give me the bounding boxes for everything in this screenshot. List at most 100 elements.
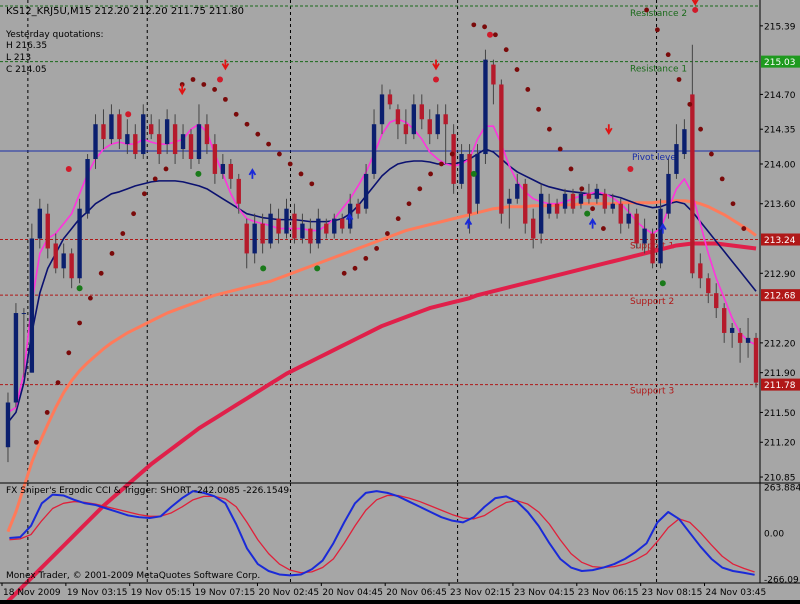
candle-body <box>355 203 361 214</box>
sar-dot <box>120 231 126 236</box>
candle-body <box>435 114 440 135</box>
candle-body <box>77 208 82 279</box>
copyright-text: Monex Trader, © 2001-2009 MetaQuotes Sof… <box>6 571 260 581</box>
sar-dot <box>503 47 509 53</box>
candle-body <box>690 94 695 274</box>
sar-dot <box>201 82 207 87</box>
sar-dot <box>687 101 693 107</box>
candle-body <box>626 213 631 224</box>
sar-dot <box>428 171 433 177</box>
candle-body <box>491 64 496 85</box>
symbol-header: KS12_KRJ5U,M15 212.20 212.20 211.75 211.… <box>6 6 244 17</box>
sar-dot <box>244 121 250 127</box>
candle-body <box>117 114 122 140</box>
candle-body <box>674 144 679 174</box>
candle-body <box>737 332 743 343</box>
candle-body <box>156 134 162 155</box>
sar-dot <box>557 146 563 152</box>
candle-body <box>172 124 178 155</box>
candle-body <box>379 94 385 125</box>
sar-dot <box>88 295 93 301</box>
sar-dot <box>536 106 541 112</box>
candle-body <box>29 238 35 373</box>
sar-dot <box>233 111 239 117</box>
candle-body <box>101 124 106 140</box>
candle-body <box>467 154 472 214</box>
osc-tick-label: 0.00 <box>764 529 784 539</box>
sar-dot <box>363 255 369 261</box>
candle-body <box>196 124 202 160</box>
candle-body <box>395 109 401 125</box>
candle-body <box>212 144 218 174</box>
candle-body <box>371 124 377 174</box>
sar-dot <box>131 211 137 217</box>
candle-body <box>475 154 480 204</box>
time-tick-label: 19 Nov 03:15 <box>67 588 128 598</box>
time-tick-label: 24 Nov 03:45 <box>706 588 767 598</box>
sar-dot <box>568 166 574 172</box>
candle-body <box>85 159 90 214</box>
chart-canvas: Resistance 2 Resistance 1 Pivot level Suppo… <box>0 0 800 603</box>
candle-body <box>316 218 321 244</box>
price-tick-label: 213.60 <box>764 200 796 210</box>
candle-body <box>252 223 257 254</box>
candle-body <box>21 313 27 315</box>
signal-dot-red <box>487 31 493 38</box>
price-tick-label: 211.50 <box>764 409 796 419</box>
signal-dot-red <box>627 165 634 172</box>
candle-body <box>332 218 337 234</box>
chart-window: Resistance 2 Resistance 1 Pivot level Suppo… <box>0 0 800 603</box>
signal-dot-red <box>692 6 699 13</box>
price-tick-label: 214.70 <box>764 91 796 101</box>
signal-dot-green <box>659 280 666 287</box>
candle-body <box>562 193 568 209</box>
time-tick-label: 23 Nov 06:15 <box>578 588 639 598</box>
candle-body <box>554 203 560 214</box>
candle-body <box>570 193 576 209</box>
yesterday-low: L 213 <box>6 53 31 63</box>
candle-body <box>451 134 456 184</box>
sar-dot <box>579 186 585 192</box>
sar-dot <box>482 24 487 30</box>
sar-dot <box>385 231 390 236</box>
candle-body <box>745 337 751 343</box>
candle-body <box>538 193 544 234</box>
candle-body <box>236 178 241 204</box>
time-tick-label: 23 Nov 04:15 <box>514 588 575 598</box>
sar-dot <box>223 96 228 102</box>
signal-dot-green <box>260 265 267 272</box>
candle-body <box>523 183 528 224</box>
osc-tick-label: -266.09 <box>764 576 799 586</box>
sar-dot <box>644 7 649 13</box>
sar-dot <box>309 181 315 187</box>
candle-body <box>610 203 615 209</box>
signal-dot-green <box>470 170 477 177</box>
time-tick-label: 23 Nov 02:15 <box>450 588 511 598</box>
sar-dot <box>493 32 498 38</box>
candle-body <box>714 293 719 309</box>
sar-dot <box>55 380 61 386</box>
candle-body <box>61 253 66 269</box>
sar-dot <box>34 439 39 445</box>
candle-body <box>387 94 393 105</box>
level-label: Support 2 <box>630 297 674 307</box>
candle-body <box>618 203 623 224</box>
sar-dot <box>190 77 196 82</box>
candle-body <box>753 337 759 383</box>
time-tick-label: 19 Nov 07:15 <box>195 588 256 598</box>
candle-body <box>53 243 58 269</box>
sar-dot <box>298 171 304 177</box>
sar-dot <box>417 186 423 192</box>
time-tick-label: 20 Nov 06:45 <box>386 588 447 598</box>
candle-body <box>698 263 703 279</box>
candle-body <box>45 213 50 249</box>
candle-body <box>284 208 289 234</box>
sar-dot <box>66 350 72 356</box>
candle-body <box>268 213 273 244</box>
yesterday-high: H 216.35 <box>6 41 47 51</box>
sar-dot <box>676 77 682 82</box>
candle-body <box>459 154 464 184</box>
price-tick-label: 214.00 <box>764 160 796 170</box>
candle-body <box>602 193 608 209</box>
candle-body <box>300 223 305 239</box>
